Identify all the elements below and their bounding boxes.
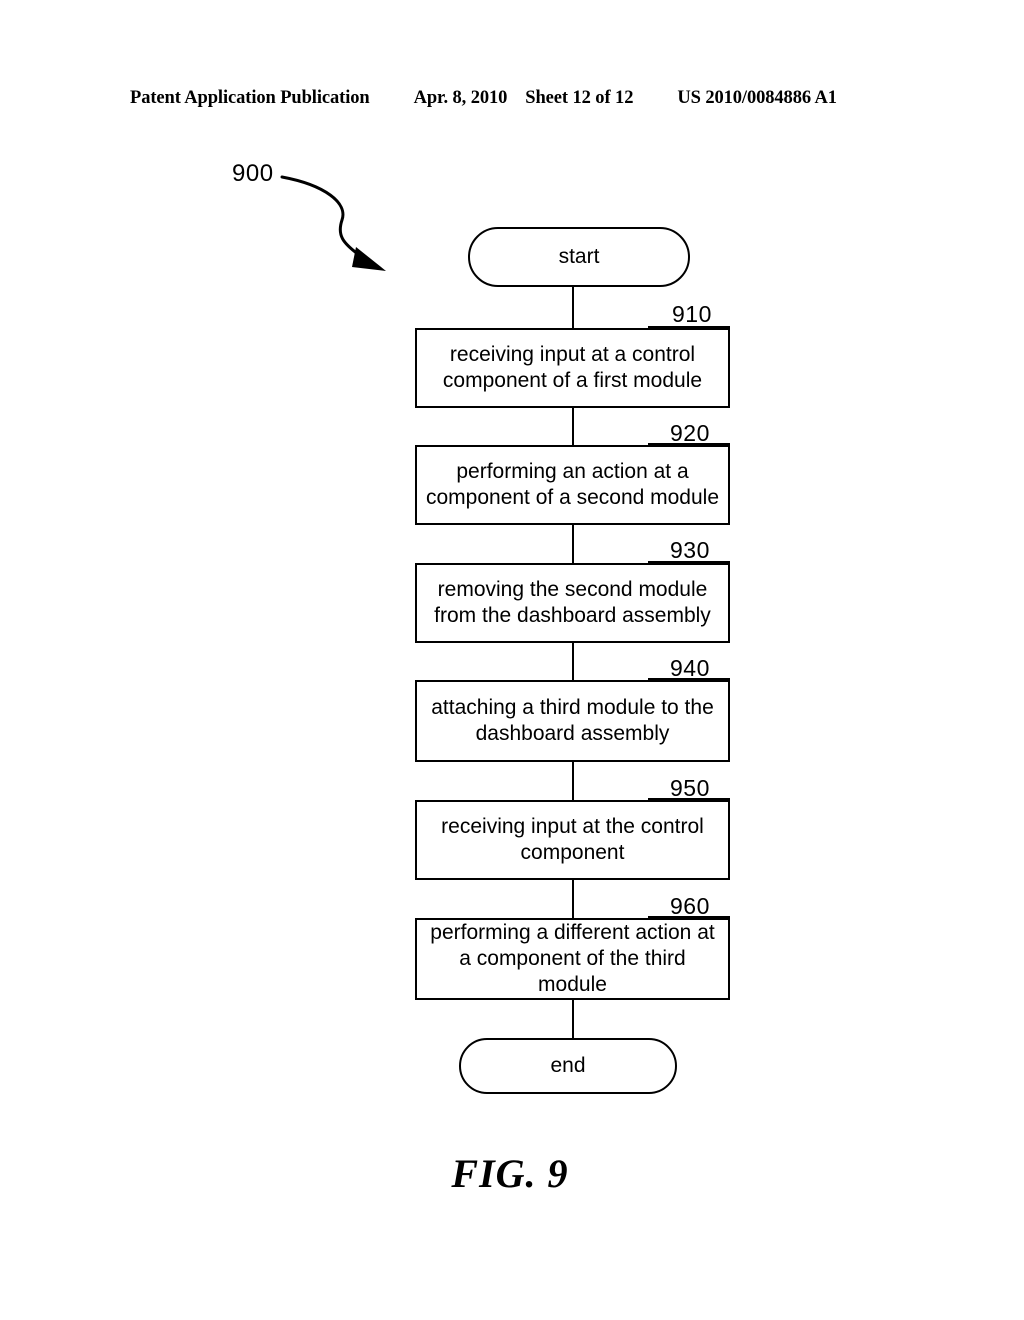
connector-910-to-920 — [572, 408, 574, 445]
ref-number-940: 940 — [670, 655, 710, 681]
flow-step-940: attaching a third module to the dashboar… — [415, 680, 730, 762]
connector-950-to-960 — [572, 880, 574, 918]
ref-number-910: 910 — [672, 301, 712, 327]
connector-930-to-940 — [572, 643, 574, 680]
figure-caption: FIG. 9 — [451, 1151, 569, 1196]
flow-start-node: start — [468, 227, 690, 287]
flow-step-950-label: receiving input at the control component — [441, 815, 704, 864]
header-publication-label: Patent Application Publication — [130, 88, 370, 108]
header-sheet-label: Sheet 12 of 12 — [525, 88, 634, 108]
ref-number-960: 960 — [670, 893, 710, 919]
connector-920-to-930 — [572, 525, 574, 563]
flow-end-node: end — [459, 1038, 677, 1094]
flow-step-930: removing the second module from the dash… — [415, 563, 730, 643]
figure-callout-number: 900 — [232, 160, 274, 187]
flow-step-910: receiving input at a control component o… — [415, 328, 730, 408]
callout-arrow-icon — [280, 175, 386, 271]
flow-step-960-label: performing a different action at a compo… — [430, 921, 715, 996]
flow-step-960: performing a different action at a compo… — [415, 918, 730, 1000]
flow-step-920: performing an action at a component of a… — [415, 445, 730, 525]
ref-number-950: 950 — [670, 775, 710, 801]
flow-step-940-label: attaching a third module to the dashboar… — [431, 696, 714, 745]
ref-number-920: 920 — [670, 420, 710, 446]
header-date-label: Apr. 8, 2010 — [413, 88, 508, 108]
flow-step-920-label: performing an action at a component of a… — [425, 460, 720, 509]
patent-drawing-page: Patent Application Publication Apr. 8, 2… — [0, 0, 1024, 1320]
flow-start-label: start — [558, 245, 600, 268]
connector-start-to-910 — [572, 287, 574, 328]
connector-940-to-950 — [572, 762, 574, 800]
connector-960-to-end — [572, 1000, 574, 1038]
flow-step-950: receiving input at the control component — [415, 800, 730, 880]
flow-step-910-label: receiving input at a control component o… — [442, 343, 703, 392]
flow-end-label: end — [550, 1054, 586, 1077]
page-header: Patent Application Publication Apr. 8, 2… — [130, 88, 880, 114]
header-publication-number: US 2010/0084886 A1 — [677, 88, 837, 108]
flow-step-930-label: removing the second module from the dash… — [434, 578, 711, 627]
ref-number-930: 930 — [670, 537, 710, 563]
